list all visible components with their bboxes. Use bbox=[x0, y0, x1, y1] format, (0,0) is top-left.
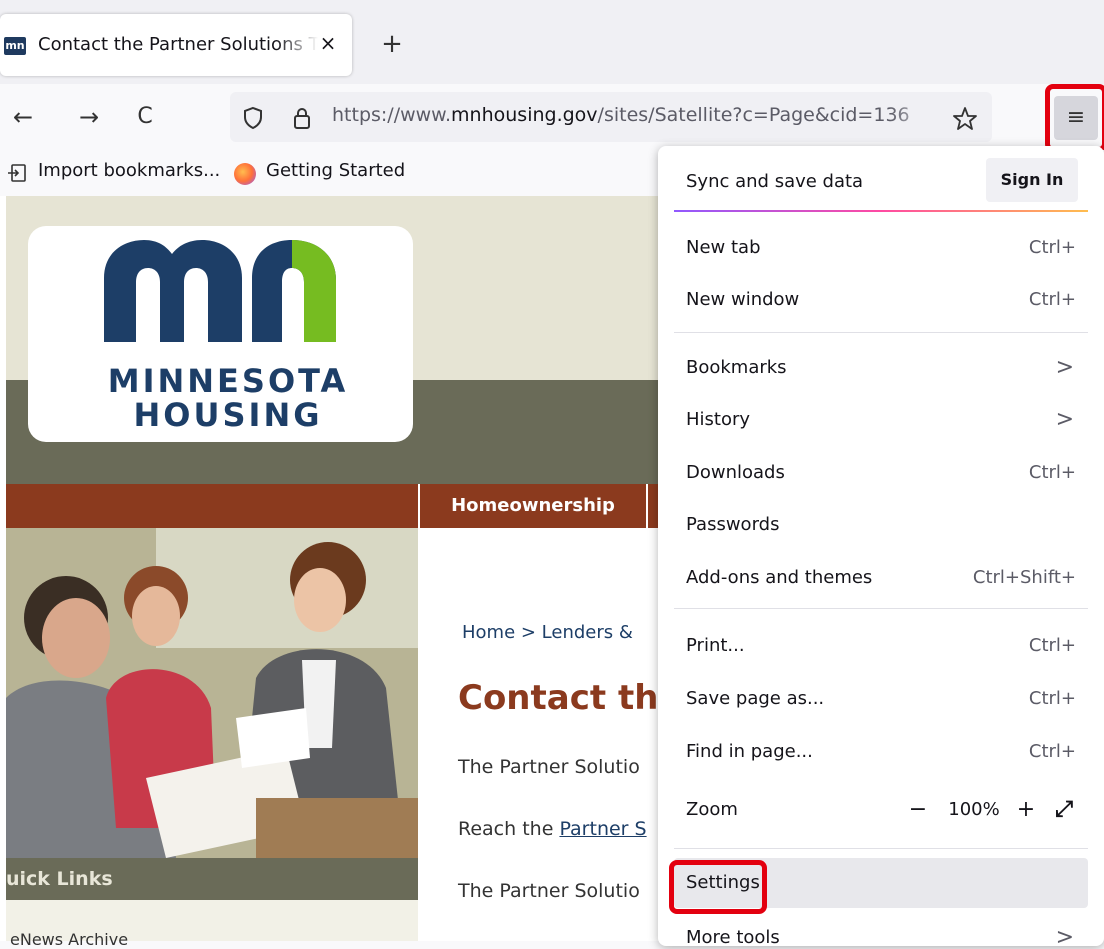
menu-item-addons-themes[interactable]: Add-ons and themes Ctrl+Shift+ bbox=[674, 554, 1088, 602]
chevron-right-icon: > bbox=[1055, 925, 1074, 946]
menu-item-downloads[interactable]: Downloads Ctrl+ bbox=[674, 449, 1088, 497]
menu-item-passwords[interactable]: Passwords bbox=[674, 501, 1088, 549]
paragraph-3: The Partner Solutio bbox=[458, 880, 640, 902]
forward-button[interactable]: → bbox=[72, 100, 106, 134]
tab-close-icon[interactable]: × bbox=[316, 31, 340, 55]
chevron-right-icon: > bbox=[1055, 407, 1074, 432]
fullscreen-icon[interactable]: ⤢ bbox=[1048, 794, 1080, 826]
quick-links-title: uick Links bbox=[6, 868, 113, 890]
firefox-icon bbox=[234, 163, 256, 185]
menu-item-print[interactable]: Print... Ctrl+ bbox=[674, 622, 1088, 670]
menu-item-history[interactable]: History > bbox=[674, 396, 1088, 444]
menu-separator bbox=[674, 848, 1088, 849]
paragraph-2: Reach the Partner S bbox=[458, 818, 647, 840]
shield-icon[interactable] bbox=[242, 106, 264, 130]
logo-text: MINNESOTA HOUSING bbox=[107, 362, 349, 434]
zoom-out-button[interactable]: − bbox=[902, 794, 934, 826]
import-icon bbox=[8, 164, 26, 182]
tab-favicon-icon: mn bbox=[4, 37, 26, 55]
nav-homeownership[interactable]: Homeownership bbox=[418, 484, 648, 528]
bookmark-getting-started[interactable]: Getting Started bbox=[266, 160, 405, 181]
bookmark-import[interactable]: Import bookmarks... bbox=[38, 160, 220, 181]
breadcrumb[interactable]: Home > Lenders & bbox=[462, 622, 633, 643]
sync-divider bbox=[674, 210, 1088, 212]
menu-item-new-window[interactable]: New window Ctrl+ bbox=[674, 276, 1088, 324]
menu-separator bbox=[674, 608, 1088, 609]
settings-highlight bbox=[669, 860, 767, 914]
hero-photo bbox=[6, 528, 418, 858]
menu-item-find-in-page[interactable]: Find in page... Ctrl+ bbox=[674, 728, 1088, 776]
menu-item-new-tab[interactable]: New tab Ctrl+ bbox=[674, 224, 1088, 272]
menu-button-highlight bbox=[1045, 84, 1104, 152]
quick-link-item[interactable]: eNews Archive bbox=[10, 930, 128, 949]
partner-solutions-link[interactable]: Partner S bbox=[559, 818, 646, 840]
tab-title: Contact the Partner Solutions Te bbox=[38, 34, 318, 55]
site-nav-bar bbox=[6, 484, 418, 528]
back-button[interactable]: ← bbox=[6, 100, 40, 134]
app-menu-panel: Sync and save data Sign In New tab Ctrl+ … bbox=[658, 146, 1104, 946]
menu-item-bookmarks[interactable]: Bookmarks > bbox=[674, 344, 1088, 392]
menu-item-more-tools[interactable]: More tools > bbox=[674, 914, 1088, 946]
menu-item-zoom: Zoom − 100% + ⤢ bbox=[674, 786, 1088, 834]
new-tab-button[interactable]: + bbox=[378, 29, 406, 59]
zoom-in-button[interactable]: + bbox=[1010, 794, 1042, 826]
paragraph-1: The Partner Solutio bbox=[458, 756, 640, 778]
chevron-right-icon: > bbox=[1055, 355, 1074, 380]
menu-separator bbox=[674, 332, 1088, 333]
url-text: https://www.mnhousing.gov/sites/Satellit… bbox=[332, 104, 910, 126]
lock-icon[interactable] bbox=[292, 106, 312, 130]
zoom-level[interactable]: 100% bbox=[944, 794, 1004, 826]
reload-button[interactable]: C bbox=[128, 100, 162, 134]
page-title: Contact the bbox=[458, 678, 682, 718]
menu-item-save-page[interactable]: Save page as... Ctrl+ bbox=[674, 675, 1088, 723]
bookmark-star-icon[interactable] bbox=[952, 106, 978, 132]
sign-in-button[interactable]: Sign In bbox=[986, 158, 1078, 202]
logo-mn-mark bbox=[104, 240, 336, 342]
